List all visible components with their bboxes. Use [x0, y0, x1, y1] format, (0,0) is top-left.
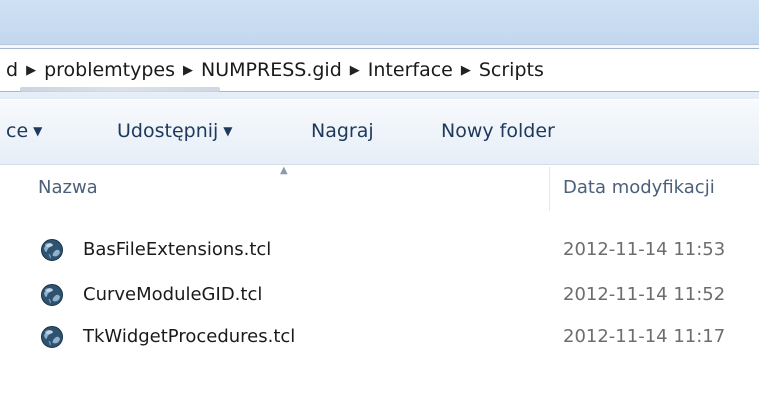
command-bar: ce ▼ Udostępnij ▼ Nagraj Nowy folder — [0, 100, 759, 165]
chevron-right-icon[interactable]: ▶ — [461, 63, 471, 78]
new-folder-button[interactable]: Nowy folder — [441, 120, 555, 142]
share-button[interactable]: Udostępnij ▼ — [117, 120, 233, 142]
column-header-name[interactable]: Nazwa — [38, 177, 98, 198]
file-date-modified: 2012-11-14 11:52 — [563, 284, 726, 305]
breadcrumb-item-scripts[interactable]: Scripts — [479, 59, 544, 81]
file-row[interactable]: TkWidgetProcedures.tcl 2012-11-14 11:17 — [0, 322, 759, 352]
file-row[interactable]: BasFileExtensions.tcl 2012-11-14 11:53 — [0, 235, 759, 265]
column-header-row: ▲ Nazwa Data modyfikacji — [0, 165, 759, 217]
breadcrumb-item-problemtypes[interactable]: problemtypes — [44, 59, 175, 81]
organize-label: ce — [6, 120, 29, 142]
tcl-script-icon — [41, 326, 63, 348]
file-name: CurveModuleGID.tcl — [83, 284, 263, 305]
file-date-modified: 2012-11-14 11:17 — [563, 326, 726, 347]
dropdown-arrow-icon: ▼ — [33, 124, 43, 138]
file-date-modified: 2012-11-14 11:53 — [563, 239, 726, 260]
file-name: TkWidgetProcedures.tcl — [83, 326, 296, 347]
chevron-right-icon[interactable]: ▶ — [26, 63, 36, 78]
sort-ascending-icon: ▲ — [280, 165, 288, 176]
tcl-script-icon — [41, 239, 63, 261]
window-title-bar — [0, 0, 759, 44]
file-row[interactable]: CurveModuleGID.tcl 2012-11-14 11:52 — [0, 280, 759, 310]
column-header-date-modified[interactable]: Data modyfikacji — [563, 177, 715, 198]
blurred-reflection — [20, 87, 220, 92]
organize-button[interactable]: ce ▼ — [6, 120, 42, 142]
breadcrumb[interactable]: d ▶ problemtypes ▶ NUMPRESS.gid ▶ Interf… — [0, 48, 759, 92]
new-folder-label: Nowy folder — [441, 120, 555, 142]
tcl-script-icon — [41, 284, 63, 306]
file-name: BasFileExtensions.tcl — [83, 239, 272, 260]
breadcrumb-item-partial[interactable]: d — [6, 59, 18, 81]
burn-label: Nagraj — [311, 120, 374, 142]
burn-button[interactable]: Nagraj — [311, 120, 374, 142]
chevron-right-icon[interactable]: ▶ — [183, 63, 193, 78]
chevron-right-icon[interactable]: ▶ — [350, 63, 360, 78]
dropdown-arrow-icon: ▼ — [223, 124, 233, 138]
share-label: Udostępnij — [117, 120, 219, 142]
breadcrumb-item-numpress[interactable]: NUMPRESS.gid — [201, 59, 342, 81]
breadcrumb-item-interface[interactable]: Interface — [368, 59, 453, 81]
column-divider[interactable] — [549, 167, 550, 211]
